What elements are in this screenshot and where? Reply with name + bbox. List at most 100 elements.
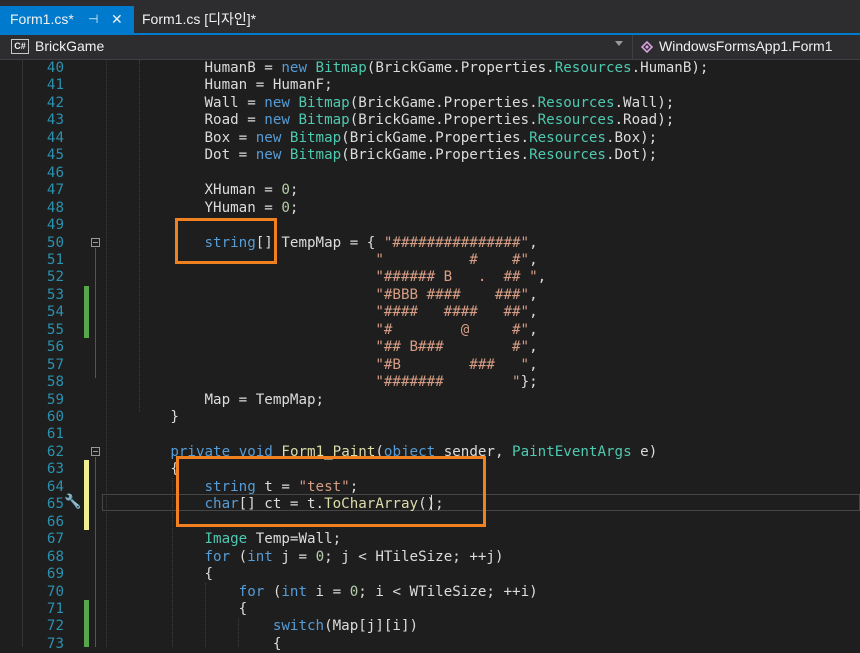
code-line[interactable]: 54 "#### #### ##", xyxy=(0,304,860,321)
code-token: new xyxy=(264,112,290,129)
code-line[interactable]: 69 { xyxy=(0,566,860,583)
close-icon[interactable]: ✕ xyxy=(111,6,123,33)
line-number: 67 xyxy=(46,531,64,548)
code-line[interactable]: 51 " # #", xyxy=(0,252,860,269)
project-dropdown[interactable]: BrickGame xyxy=(35,38,104,54)
code-token: Bitmap xyxy=(298,94,350,111)
code-line[interactable]: 47 XHuman = 0; xyxy=(0,182,860,199)
code-line[interactable]: 53 "#BBB #### ###", xyxy=(0,287,860,304)
code-line[interactable]: 57 "#B ### ", xyxy=(0,357,860,374)
code-text: "#### #### ##", xyxy=(102,304,537,321)
code-line[interactable]: 72 switch(Map[j][i]) xyxy=(0,618,860,635)
code-token: Resources xyxy=(537,94,615,111)
code-editor[interactable]: 🔧 40 HumanB = new Bitmap(BrickGame.Prope… xyxy=(0,60,860,652)
annotation-box-char-array xyxy=(176,456,486,527)
code-text: "###### B . ## ", xyxy=(102,269,546,286)
code-line[interactable]: 40 HumanB = new Bitmap(BrickGame.Propert… xyxy=(0,60,860,77)
code-line[interactable]: 44 Box = new Bitmap(BrickGame.Properties… xyxy=(0,130,860,147)
line-number: 43 xyxy=(46,112,64,129)
code-token: "###### B . ## " xyxy=(375,269,538,286)
code-line[interactable]: 56 "## B### #", xyxy=(0,339,860,356)
line-number: 54 xyxy=(46,304,64,321)
code-token: 0 xyxy=(281,199,290,216)
line-number: 66 xyxy=(46,513,64,530)
code-token: 0 xyxy=(315,548,325,565)
code-line[interactable]: 67 Image Temp=Wall; xyxy=(0,531,860,548)
code-line[interactable]: 59 Map = TempMap; xyxy=(0,392,860,409)
line-number: 53 xyxy=(46,286,64,303)
line-number: 60 xyxy=(46,409,64,425)
code-line[interactable]: 58 "####### "}; xyxy=(0,374,860,391)
code-token: ( xyxy=(264,583,282,600)
code-line[interactable]: 70 for (int i = 0; i < WTileSize; ++i) xyxy=(0,584,860,601)
code-token: Bitmap xyxy=(298,112,350,129)
code-token: .Dot); xyxy=(605,147,658,164)
class-dropdown[interactable]: WindowsFormsApp1.Form1 xyxy=(659,38,833,54)
tab-form1-designer[interactable]: Form1.cs [디자인]* xyxy=(134,6,294,33)
code-text: { xyxy=(102,600,248,618)
code-token: Resources xyxy=(537,112,615,129)
code-text: "####### "}; xyxy=(102,374,537,391)
code-line[interactable]: 61 xyxy=(0,426,860,443)
line-number: 49 xyxy=(46,217,64,234)
code-text: HumanB = new Bitmap(BrickGame.Properties… xyxy=(102,60,708,77)
code-line[interactable]: 46 xyxy=(0,165,860,182)
code-line[interactable]: 55 "# @ #", xyxy=(0,322,860,339)
code-text: "## B### #", xyxy=(102,339,537,356)
code-token: HumanB = xyxy=(102,60,282,76)
chevron-down-icon[interactable] xyxy=(615,41,623,46)
code-token: { xyxy=(102,600,248,617)
code-text: { xyxy=(102,566,213,583)
code-token: (BrickGame.Properties. xyxy=(349,94,538,111)
code-line[interactable]: 43 Road = new Bitmap(BrickGame.Propertie… xyxy=(0,112,860,129)
code-line[interactable]: 60 } xyxy=(0,409,860,426)
code-token: (BrickGame.Properties. xyxy=(341,129,530,146)
code-line[interactable]: 71 { xyxy=(0,601,860,618)
line-number: 65 xyxy=(46,496,64,513)
line-number: 62 xyxy=(46,443,64,460)
line-number: 73 xyxy=(46,635,64,652)
code-line[interactable]: 48 YHuman = 0; xyxy=(0,200,860,217)
tab-form1-cs[interactable]: Form1.cs* ⊣ ✕ xyxy=(0,6,134,33)
line-number: 61 xyxy=(46,426,64,443)
code-token: 0 xyxy=(281,182,290,199)
code-token: new xyxy=(264,94,290,111)
code-token: " # #" xyxy=(375,251,530,268)
code-line[interactable]: 49 xyxy=(0,217,860,234)
code-line[interactable]: 41 Human = HumanF; xyxy=(0,77,860,94)
code-text: YHuman = 0; xyxy=(102,200,298,217)
code-token: Road = xyxy=(102,112,265,129)
code-line[interactable]: 42 Wall = new Bitmap(BrickGame.Propertie… xyxy=(0,95,860,112)
document-tab-bar: Form1.cs* ⊣ ✕ Form1.cs [디자인]* xyxy=(0,0,860,35)
tab-label: Form1.cs* xyxy=(10,11,74,27)
line-number: 48 xyxy=(46,199,64,216)
code-text: string[] TempMap = { "###############", xyxy=(102,235,538,252)
code-token: (BrickGame.Properties. xyxy=(349,112,538,129)
code-line[interactable]: 50 string[] TempMap = { "###############… xyxy=(0,235,860,252)
code-line[interactable]: 45 Dot = new Bitmap(BrickGame.Properties… xyxy=(0,147,860,164)
code-token: "#### #### ##" xyxy=(375,304,530,321)
code-text: Image Temp=Wall; xyxy=(102,531,342,548)
code-text: "#B ### ", xyxy=(102,357,537,374)
line-number: 50 xyxy=(46,234,64,251)
code-token: for xyxy=(204,548,231,565)
annotation-box-string-array xyxy=(175,218,277,264)
code-token: "####### " xyxy=(375,374,521,391)
pin-icon[interactable]: ⊣ xyxy=(88,6,98,33)
code-text: "# @ #", xyxy=(102,322,537,339)
line-number: 72 xyxy=(46,618,64,635)
code-line[interactable]: 68 for (int j = 0; j < HTileSize; ++j) xyxy=(0,549,860,566)
code-line[interactable]: 73 { xyxy=(0,636,860,653)
code-token: , xyxy=(537,269,547,286)
code-token: (BrickGame.Properties. xyxy=(341,147,530,164)
code-line[interactable]: 52 "###### B . ## ", xyxy=(0,269,860,286)
code-token: "###############" xyxy=(383,234,530,251)
code-token: 0 xyxy=(349,583,359,600)
code-text: Road = new Bitmap(BrickGame.Properties.R… xyxy=(102,112,674,129)
